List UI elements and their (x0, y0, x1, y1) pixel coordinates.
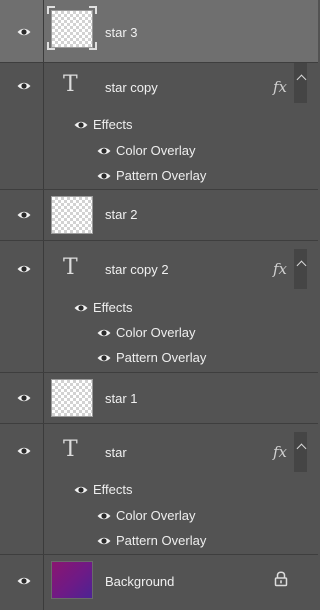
chevron-up-icon (296, 260, 307, 271)
fx-icon[interactable]: fx (273, 443, 287, 461)
effect-label: Pattern Overlay (116, 350, 207, 365)
layer-name[interactable]: star copy 2 (105, 262, 169, 278)
text-layer-icon[interactable]: T (63, 438, 78, 462)
layer-star-1[interactable]: star 1 (0, 373, 318, 423)
eye-icon[interactable] (97, 146, 111, 156)
visibility-column (0, 190, 44, 240)
effects-label: Effects (93, 300, 133, 315)
layer-name[interactable]: Background (105, 574, 174, 590)
eye-icon[interactable] (97, 171, 111, 181)
eye-icon[interactable] (97, 328, 111, 338)
text-layer-icon[interactable]: T (63, 73, 78, 97)
collapse-effects-toggle[interactable] (294, 63, 307, 103)
visibility-column (0, 373, 44, 423)
eye-icon[interactable] (74, 120, 88, 130)
layer-thumbnail[interactable] (51, 379, 93, 417)
effects-label: Effects (93, 117, 133, 132)
eye-icon[interactable] (97, 536, 111, 546)
layer-name[interactable]: star copy (105, 80, 158, 96)
effect-label: Pattern Overlay (116, 533, 207, 548)
layer-thumbnail[interactable] (51, 196, 93, 234)
visibility-column (0, 0, 44, 62)
effects-header[interactable]: Effects (74, 299, 133, 317)
layer-name[interactable]: star 2 (105, 207, 138, 223)
eye-icon[interactable] (97, 353, 111, 363)
lock-icon[interactable] (274, 571, 288, 587)
chevron-up-icon (296, 443, 307, 454)
eye-icon[interactable] (17, 264, 31, 274)
effect-pattern-overlay[interactable]: Pattern Overlay (97, 349, 206, 367)
visibility-column (0, 63, 44, 189)
layer-name[interactable]: star 3 (105, 25, 138, 41)
layer-name[interactable]: star (105, 445, 127, 461)
effect-pattern-overlay[interactable]: Pattern Overlay (97, 532, 206, 550)
eye-icon[interactable] (17, 446, 31, 456)
effect-label: Color Overlay (116, 143, 196, 158)
visibility-column (0, 555, 44, 610)
eye-icon[interactable] (17, 576, 31, 586)
effect-label: Pattern Overlay (116, 168, 207, 183)
effect-pattern-overlay[interactable]: Pattern Overlay (97, 167, 206, 185)
layer-star-copy-2[interactable]: T star copy 2 fx Effects Color Overlay P… (0, 241, 318, 372)
eye-icon[interactable] (74, 303, 88, 313)
visibility-column (0, 424, 44, 554)
layer-star-copy[interactable]: T star copy fx Effects Color Overlay Pat… (0, 63, 318, 189)
effects-header[interactable]: Effects (74, 481, 133, 499)
visibility-column (0, 241, 44, 372)
fx-icon[interactable]: fx (273, 260, 287, 278)
layer-background[interactable]: Background (0, 555, 318, 610)
chevron-up-icon (296, 74, 307, 85)
fx-icon[interactable]: fx (273, 78, 287, 96)
collapse-effects-toggle[interactable] (294, 249, 307, 289)
layers-panel: star 3 T star copy fx Effects Color Over… (0, 0, 318, 610)
eye-icon[interactable] (17, 393, 31, 403)
eye-icon[interactable] (17, 27, 31, 37)
collapse-effects-toggle[interactable] (294, 432, 307, 472)
effect-color-overlay[interactable]: Color Overlay (97, 324, 195, 342)
eye-icon[interactable] (74, 485, 88, 495)
layer-star-2[interactable]: star 2 (0, 190, 318, 240)
effect-color-overlay[interactable]: Color Overlay (97, 142, 195, 160)
effects-header[interactable]: Effects (74, 116, 133, 134)
layer-name[interactable]: star 1 (105, 391, 138, 407)
eye-icon[interactable] (17, 210, 31, 220)
text-layer-icon[interactable]: T (63, 256, 78, 280)
layer-thumbnail[interactable] (51, 10, 93, 48)
effect-label: Color Overlay (116, 508, 196, 523)
effect-color-overlay[interactable]: Color Overlay (97, 507, 195, 525)
effect-label: Color Overlay (116, 325, 196, 340)
eye-icon[interactable] (97, 511, 111, 521)
effects-label: Effects (93, 482, 133, 497)
layer-star-3[interactable]: star 3 (0, 0, 318, 62)
layer-star[interactable]: T star fx Effects Color Overlay Pattern … (0, 424, 318, 554)
layer-thumbnail[interactable] (51, 561, 93, 599)
eye-icon[interactable] (17, 81, 31, 91)
